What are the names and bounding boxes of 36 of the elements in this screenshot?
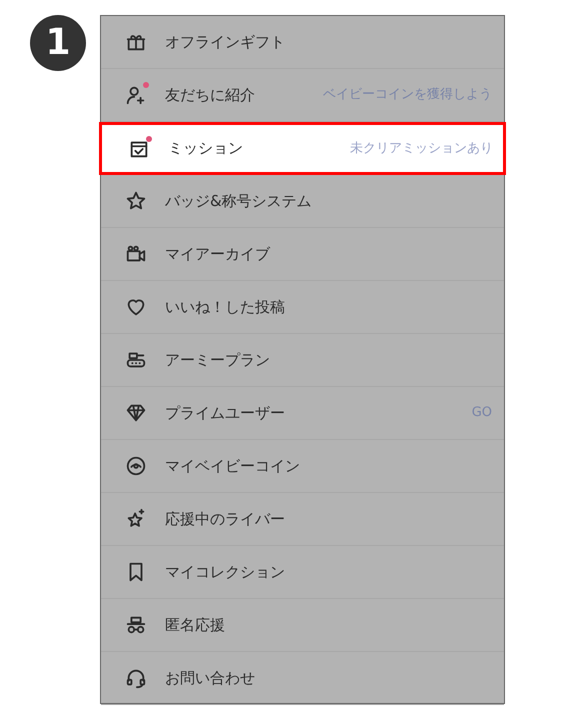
user-plus-icon	[125, 84, 147, 106]
menu-label: 友だちに紹介	[165, 84, 255, 106]
menu-item[interactable]: プライムユーザー GO	[101, 387, 504, 440]
step-badge: 1	[30, 15, 86, 71]
menu-item[interactable]: オフラインギフト	[101, 16, 504, 69]
menu-hint: ベイビーコインを獲得しよう	[323, 86, 492, 104]
menu-label: マイアーカイブ	[165, 244, 270, 265]
menu-item[interactable]: マイコレクション	[101, 546, 504, 599]
menu-label: 匿名応援	[165, 614, 225, 636]
star-sparkle-icon	[125, 508, 147, 530]
menu-label: アーミープラン	[165, 350, 270, 371]
glasses-icon	[125, 614, 147, 636]
menu-item[interactable]: ミッション 未クリアミッションあり	[99, 122, 506, 175]
menu-item[interactable]: 匿名応援	[101, 599, 504, 652]
menu-label: プライムユーザー	[165, 402, 285, 424]
menu-label: マイベイビーコイン	[165, 456, 300, 477]
menu-label: お問い合わせ	[165, 668, 255, 689]
menu-item[interactable]: 応援中のライバー	[101, 493, 504, 546]
menu-label: オフラインギフト	[165, 32, 285, 53]
coin-icon	[125, 455, 147, 477]
menu-item[interactable]: マイベイビーコイン	[101, 440, 504, 493]
menu-label: ミッション	[168, 138, 243, 160]
menu-label: マイコレクション	[165, 562, 285, 583]
menu-item[interactable]: バッジ&称号システム	[101, 175, 504, 228]
headset-icon	[125, 667, 147, 689]
menu-item[interactable]: アーミープラン	[101, 334, 504, 387]
menu-item[interactable]: いいね！した投稿	[101, 281, 504, 334]
menu-hint: 未クリアミッションあり	[350, 140, 493, 158]
menu-hint: GO	[472, 404, 492, 422]
menu-label: バッジ&称号システム	[165, 190, 312, 212]
menu-label: いいね！した投稿	[165, 296, 285, 318]
menu-item[interactable]: お問い合わせ	[101, 652, 504, 705]
diamond-icon	[125, 402, 147, 424]
menu-item[interactable]: マイアーカイブ	[101, 228, 504, 281]
menu-label: 応援中のライバー	[165, 508, 285, 530]
star-icon	[125, 190, 147, 212]
